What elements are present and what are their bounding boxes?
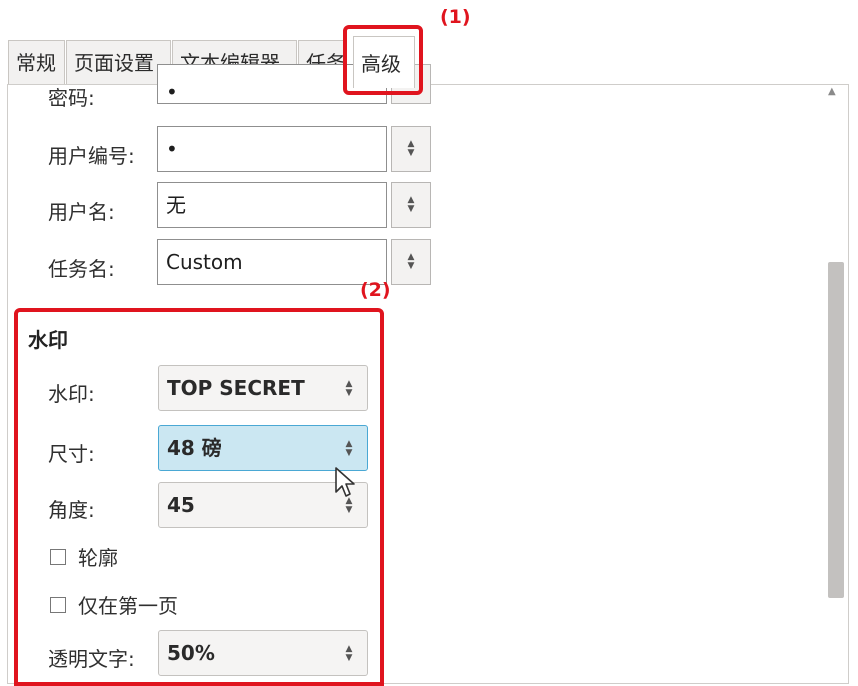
user-name-field[interactable]: 无 [157, 182, 387, 228]
password-label: 密码: [48, 86, 95, 110]
callout-2-label: (2) [360, 279, 391, 301]
user-number-field[interactable]: • [157, 126, 387, 172]
spin-arrows-icon: ▲ ▼ [407, 139, 415, 158]
vertical-scrollbar[interactable]: ▲ [822, 86, 846, 684]
user-name-spin-button[interactable]: ▲ ▼ [391, 182, 431, 228]
spin-arrows-icon: ▲ ▼ [407, 252, 415, 271]
job-name-spin-button[interactable]: ▲ ▼ [391, 239, 431, 285]
job-name-field[interactable]: Custom [157, 239, 387, 285]
user-name-label: 用户名: [48, 200, 115, 224]
callout-2-highlight [14, 308, 384, 686]
spin-arrows-icon: ▲ ▼ [407, 195, 415, 214]
user-number-spin-button[interactable]: ▲ ▼ [391, 126, 431, 172]
tab-advanced[interactable]: 高级 [353, 36, 415, 88]
tab-general[interactable]: 常规 [8, 40, 65, 84]
scrollbar-thumb[interactable] [828, 262, 844, 598]
job-name-label: 任务名: [48, 257, 115, 281]
tab-page-setup[interactable]: 页面设置 [66, 40, 171, 84]
user-number-label: 用户编号: [48, 144, 135, 168]
scroll-up-icon[interactable]: ▲ [828, 86, 836, 97]
callout-1-label: (1) [440, 6, 471, 28]
